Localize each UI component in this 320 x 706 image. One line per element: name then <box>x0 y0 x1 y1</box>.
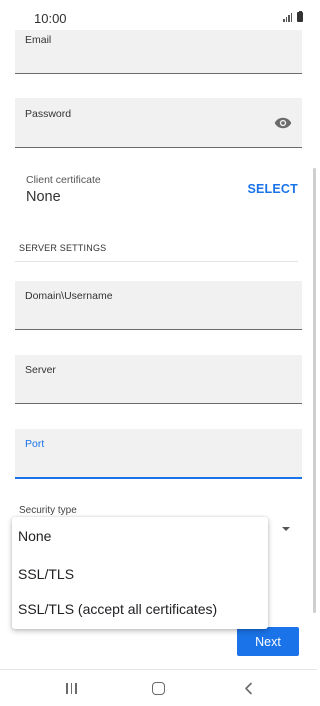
dropdown-option-ssl-tls[interactable]: SSL/TLS <box>18 566 74 582</box>
security-type-label: Security type <box>19 505 77 516</box>
email-label: Email <box>25 34 52 46</box>
signal-icon <box>283 13 292 22</box>
security-type-dropdown: None SSL/TLS SSL/TLS (accept all certifi… <box>12 517 268 629</box>
eye-icon[interactable] <box>274 116 292 130</box>
status-bar: 10:00 <box>0 0 317 30</box>
password-label: Password <box>25 108 72 120</box>
server-label: Server <box>25 364 56 376</box>
battery-icon <box>297 10 303 22</box>
port-field[interactable]: Port <box>15 429 302 479</box>
section-divider <box>15 261 298 262</box>
scrollbar[interactable] <box>313 168 316 613</box>
client-certificate-label: Client certificate <box>26 174 101 186</box>
dropdown-option-ssl-tls-accept-all[interactable]: SSL/TLS (accept all certificates) <box>18 601 217 617</box>
client-certificate-value: None <box>26 189 61 205</box>
server-field[interactable]: Server <box>15 355 302 404</box>
email-field[interactable]: Email <box>15 30 302 74</box>
dropdown-option-none[interactable]: None <box>18 528 51 544</box>
domain-username-label: Domain\Username <box>25 290 113 302</box>
status-time: 10:00 <box>34 11 67 26</box>
port-label: Port <box>25 438 45 450</box>
home-icon[interactable] <box>152 682 165 695</box>
nav-divider <box>0 669 317 670</box>
status-icons <box>283 10 303 22</box>
back-icon[interactable] <box>242 682 255 695</box>
next-button[interactable]: Next <box>237 627 299 656</box>
password-field[interactable]: Password <box>15 98 302 148</box>
chevron-down-icon[interactable] <box>282 527 290 531</box>
server-settings-header: SERVER SETTINGS <box>19 243 107 253</box>
account-setup-screen: 10:00 Email Password Client certificate … <box>0 0 317 706</box>
select-certificate-button[interactable]: SELECT <box>247 182 298 196</box>
recents-icon[interactable] <box>66 683 77 694</box>
domain-username-field[interactable]: Domain\Username <box>15 281 302 330</box>
